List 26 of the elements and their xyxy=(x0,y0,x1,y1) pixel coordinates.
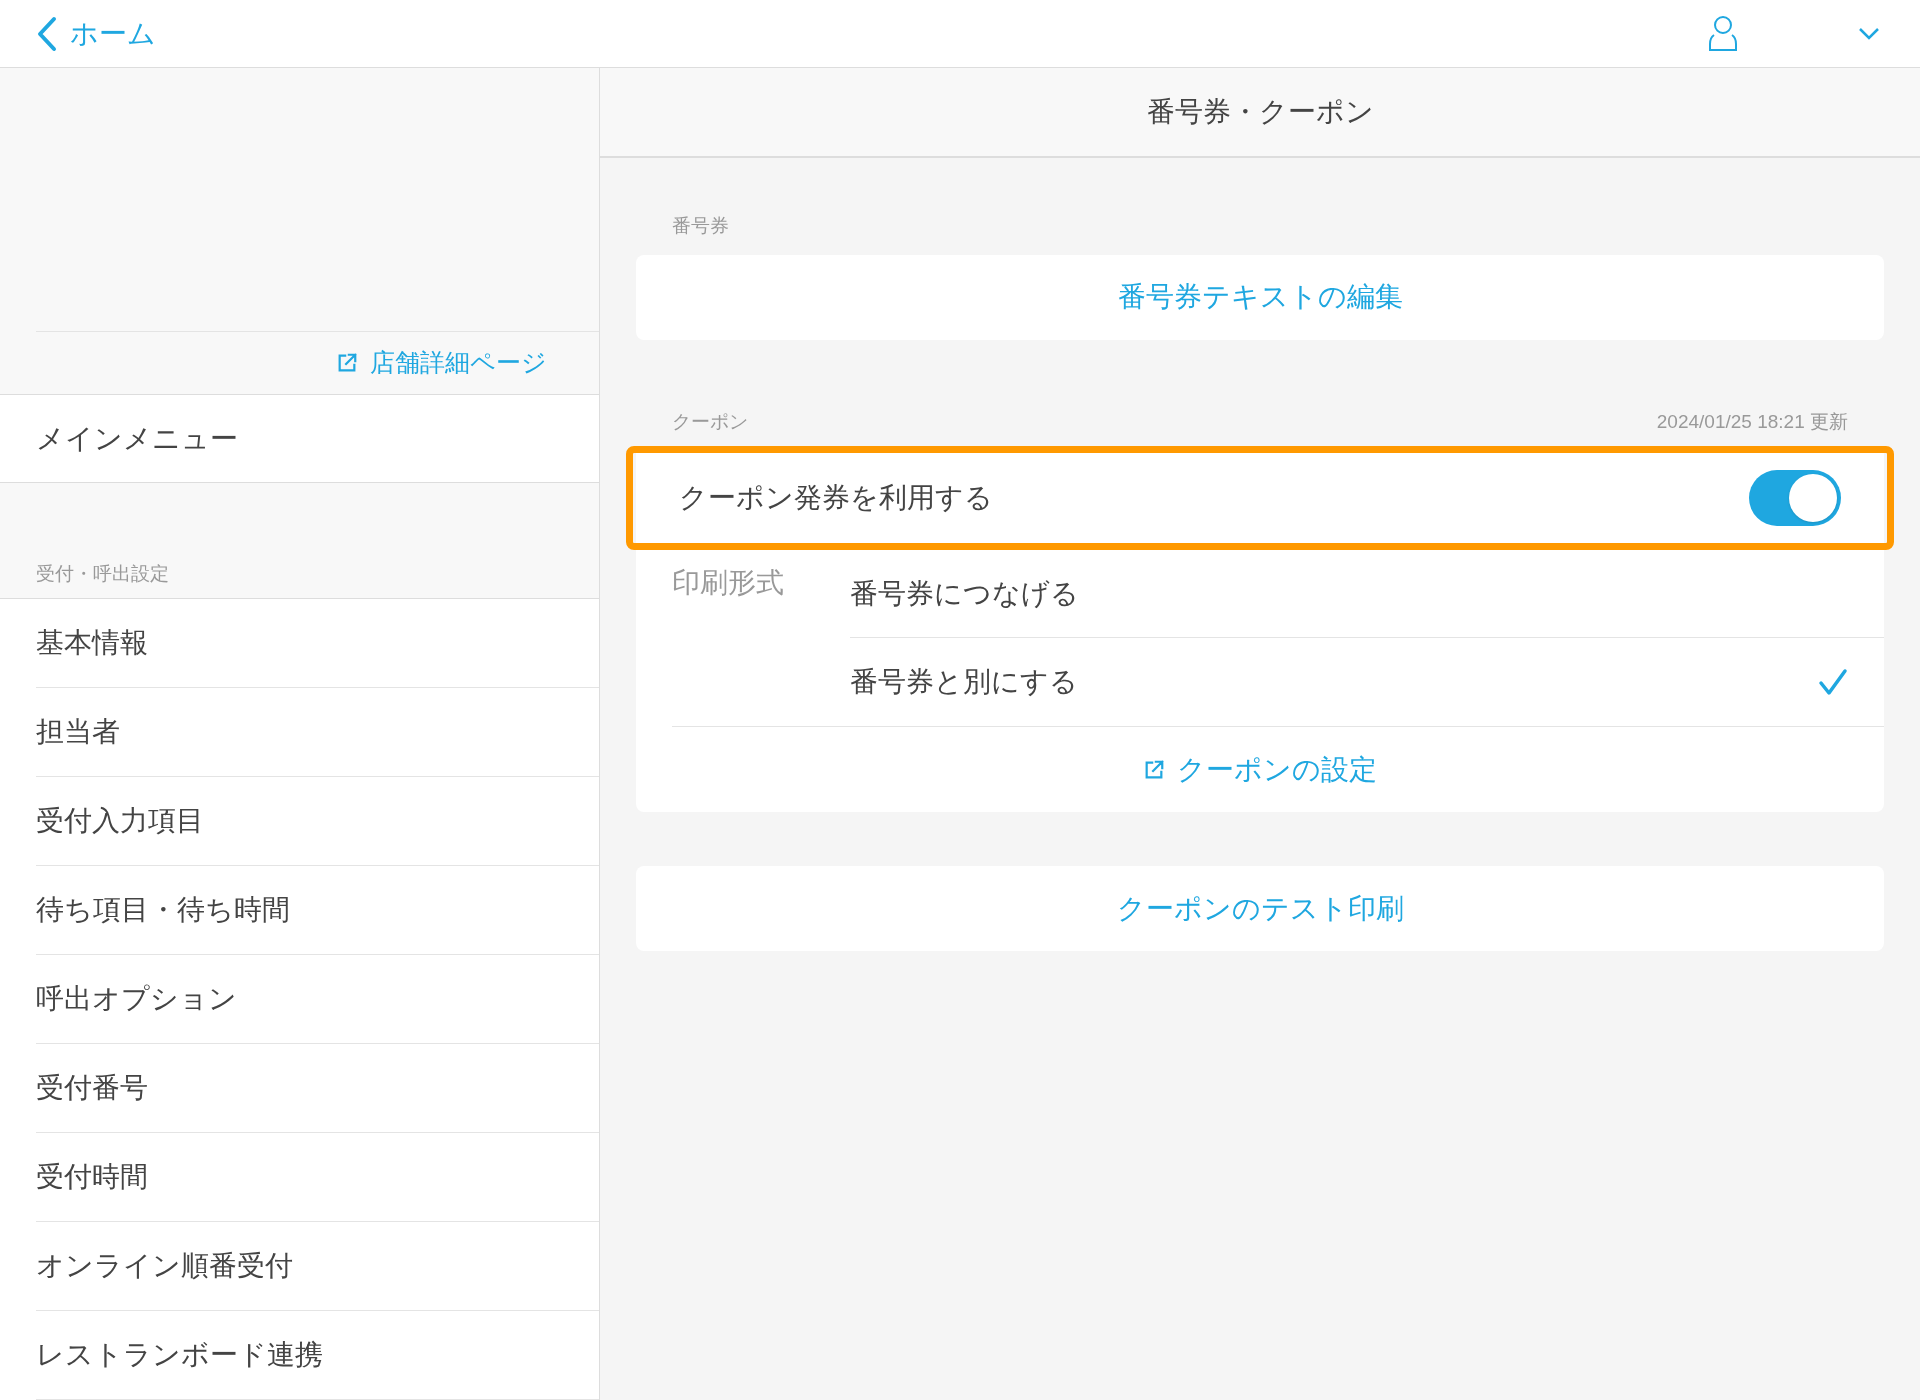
sidebar-item[interactable]: 基本情報 xyxy=(36,599,599,688)
toggle-label: クーポン発券を利用する xyxy=(679,481,993,515)
coupon-toggle[interactable] xyxy=(1749,470,1841,526)
sidebar-item[interactable]: 呼出オプション xyxy=(36,955,599,1044)
main-menu-item[interactable]: メインメニュー xyxy=(0,394,599,483)
back-chevron-icon xyxy=(36,15,58,52)
external-link-icon xyxy=(1143,758,1165,781)
sidebar-item[interactable]: 担当者 xyxy=(36,688,599,777)
user-icon[interactable] xyxy=(1708,14,1738,53)
section-label: クーポン xyxy=(672,409,748,434)
checkmark-icon xyxy=(1818,668,1848,696)
updated-timestamp: 2024/01/25 18:21 更新 xyxy=(1656,409,1848,434)
section-label: 受付・呼出設定 xyxy=(36,561,169,586)
section-label: 番号券 xyxy=(672,214,730,238)
print-format-option[interactable]: 番号券につなげる xyxy=(850,550,1884,638)
print-format-option[interactable]: 番号券と別にする xyxy=(850,638,1884,726)
sidebar-item[interactable]: 受付時間 xyxy=(36,1133,599,1222)
sidebar-item[interactable]: 受付番号 xyxy=(36,1044,599,1133)
page-title: 番号券・クーポン xyxy=(1146,95,1374,129)
external-link-icon xyxy=(336,352,358,374)
sidebar-item[interactable]: 受付入力項目 xyxy=(36,777,599,866)
sidebar-item[interactable]: オンライン順番受付 xyxy=(36,1222,599,1311)
print-format-label: 印刷形式 xyxy=(672,566,785,600)
sidebar-item[interactable]: レストランボード連携 xyxy=(36,1311,599,1400)
chevron-down-icon[interactable] xyxy=(1858,26,1880,41)
sidebar-item[interactable]: 待ち項目・待ち時間 xyxy=(36,866,599,955)
